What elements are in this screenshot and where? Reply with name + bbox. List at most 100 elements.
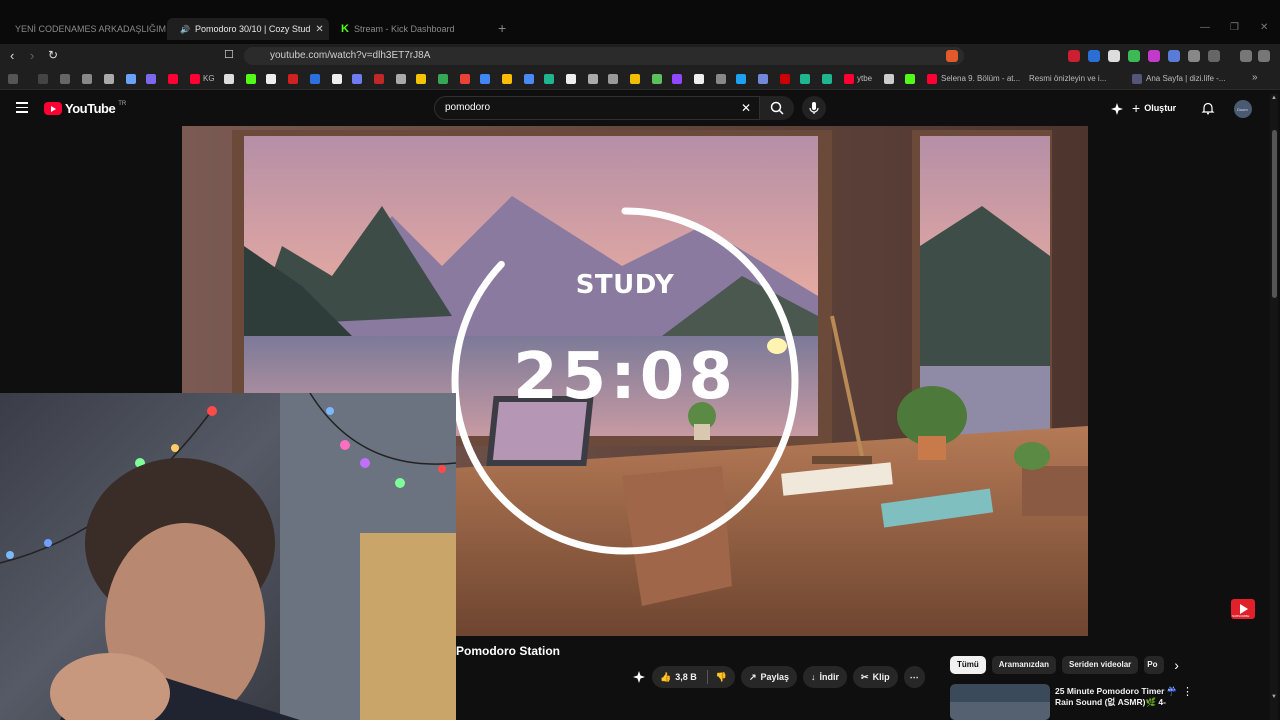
- youtube-icon[interactable]: [844, 74, 854, 84]
- new-tab-button[interactable]: +: [498, 20, 506, 36]
- bookmark-icon[interactable]: [126, 74, 136, 84]
- extension-icon[interactable]: [1128, 50, 1140, 62]
- kick-icon[interactable]: [246, 74, 256, 84]
- bookmark-icon[interactable]: [884, 74, 894, 84]
- bookmark-dizilife[interactable]: Ana Sayfa | dizi.life -...: [1146, 74, 1225, 83]
- extension-icon[interactable]: [1148, 50, 1160, 62]
- bookmark-preview[interactable]: Resmi önizleyin ve i...: [1029, 74, 1106, 83]
- url-field[interactable]: youtube.com/watch?v=dlh3ET7rJ8A: [244, 47, 964, 65]
- media-icon[interactable]: [1240, 50, 1252, 62]
- bookmarks-overflow-button[interactable]: »: [1252, 72, 1258, 83]
- bookmark-icon[interactable]: [652, 74, 662, 84]
- chip-all[interactable]: Tümü: [950, 656, 986, 674]
- bookmark-icon[interactable]: [736, 74, 746, 84]
- tab-close-button[interactable]: ✕: [315, 24, 323, 35]
- bookmark-icon[interactable]: [480, 74, 490, 84]
- bookmark-icon[interactable]: [780, 74, 790, 84]
- bookmark-icon[interactable]: [224, 74, 234, 84]
- recommended-more-icon[interactable]: ⋮: [1182, 685, 1193, 698]
- bookmark-icon[interactable]: [416, 74, 426, 84]
- bookmark-icon[interactable]: [630, 74, 640, 84]
- tab-pomodoro[interactable]: 🔊 Pomodoro 30/10 | Cozy Stud ✕: [167, 18, 329, 40]
- search-button[interactable]: [760, 96, 794, 120]
- create-button[interactable]: + Oluştur: [1132, 98, 1176, 118]
- forward-icon[interactable]: ›: [30, 48, 34, 63]
- subscribe-watermark[interactable]: SUBSCRIBE: [1231, 599, 1255, 619]
- youtube-icon[interactable]: [168, 74, 178, 84]
- search-input[interactable]: pomodoro ✕: [434, 96, 760, 120]
- download-button[interactable]: ↓ İndir: [803, 666, 848, 688]
- bookmark-icon[interactable]: [588, 74, 598, 84]
- chip-series-videos[interactable]: Seriden videolar: [1062, 656, 1139, 674]
- window-close-icon[interactable]: ✕: [1260, 22, 1268, 33]
- bookmark-icon[interactable]: ☐: [224, 48, 234, 61]
- bookmark-icon[interactable]: [60, 74, 70, 84]
- more-actions-button[interactable]: ⋯: [903, 666, 925, 688]
- bookmark-icon[interactable]: [38, 74, 48, 84]
- sparkle-icon[interactable]: [632, 670, 646, 684]
- sparkle-icon[interactable]: [1110, 102, 1124, 116]
- bookmark-icon[interactable]: [566, 74, 576, 84]
- clip-button[interactable]: ✂ Klip: [853, 666, 898, 688]
- bookmark-icon[interactable]: [374, 74, 384, 84]
- apps-icon[interactable]: [8, 74, 18, 84]
- bookmark-icon[interactable]: [104, 74, 114, 84]
- kick-icon[interactable]: [905, 74, 915, 84]
- thumbs-down-icon[interactable]: 👎: [716, 672, 727, 683]
- youtube-icon[interactable]: [190, 74, 200, 84]
- recommended-title[interactable]: 25 Minute Pomodoro Timer ☔ Rain Sound (없…: [1055, 686, 1180, 708]
- back-icon[interactable]: ‹: [10, 48, 14, 63]
- chip-from-search[interactable]: Aramanızdan: [991, 656, 1057, 674]
- bookmark-icon[interactable]: [716, 74, 726, 84]
- tab-codenames[interactable]: YENİ CODENAMES ARKADAŞLIĞIMIZ: [2, 18, 166, 40]
- maximize-icon[interactable]: ❐: [1230, 22, 1239, 33]
- download-icon[interactable]: [1208, 50, 1220, 62]
- gmail-icon[interactable]: [460, 74, 470, 84]
- youtube-icon[interactable]: [927, 74, 937, 84]
- menu-icon[interactable]: [1258, 50, 1270, 62]
- x-icon[interactable]: [266, 74, 276, 84]
- bookmark-icon[interactable]: [800, 74, 810, 84]
- voice-search-button[interactable]: [802, 96, 826, 120]
- bookmark-icon[interactable]: [822, 74, 832, 84]
- bookmark-icon[interactable]: [396, 74, 406, 84]
- bookmark-ytbe[interactable]: ytbe: [857, 74, 872, 83]
- extension-icon[interactable]: [1108, 50, 1120, 62]
- bookmark-icon[interactable]: [544, 74, 554, 84]
- youtube-logo[interactable]: YouTube TR: [44, 101, 126, 116]
- scroll-down-arrow[interactable]: ▼: [1271, 694, 1277, 700]
- twitch-icon[interactable]: [672, 74, 682, 84]
- bookmark-kg[interactable]: KG: [203, 74, 215, 83]
- extension-icon[interactable]: [1168, 50, 1180, 62]
- drive-icon[interactable]: [502, 74, 512, 84]
- puzzle-icon[interactable]: [1188, 50, 1200, 62]
- bookmark-selena[interactable]: Selena 9. Bölüm - at...: [941, 74, 1020, 83]
- bookmark-icon[interactable]: [694, 74, 704, 84]
- chips-next-icon[interactable]: ›: [1174, 656, 1179, 674]
- menu-icon[interactable]: [16, 102, 28, 116]
- recommended-thumbnail[interactable]: [950, 684, 1050, 720]
- bell-icon[interactable]: [1201, 101, 1215, 115]
- like-button[interactable]: 👍 3,8 B 👎: [652, 666, 735, 688]
- scroll-up-arrow[interactable]: ▲: [1271, 95, 1277, 101]
- bookmark-icon[interactable]: [1132, 74, 1142, 84]
- bookmark-icon[interactable]: [310, 74, 320, 84]
- bookmark-icon[interactable]: [352, 74, 362, 84]
- bookmark-icon[interactable]: [82, 74, 92, 84]
- bookmark-icon[interactable]: [608, 74, 618, 84]
- bookmark-icon[interactable]: [758, 74, 768, 84]
- chip-partial[interactable]: Po: [1144, 656, 1165, 674]
- clear-search-icon[interactable]: ✕: [741, 97, 751, 119]
- maps-icon[interactable]: [438, 74, 448, 84]
- bookmark-icon[interactable]: [288, 74, 298, 84]
- bookmark-icon[interactable]: [146, 74, 156, 84]
- scrollbar-thumb[interactable]: [1272, 130, 1277, 298]
- share-button[interactable]: ↗ Paylaş: [740, 666, 798, 688]
- brave-shield-icon[interactable]: [946, 50, 958, 62]
- bookmark-icon[interactable]: [332, 74, 342, 84]
- extension-icon[interactable]: [1088, 50, 1100, 62]
- extension-new-icon[interactable]: [1068, 50, 1080, 62]
- minimize-icon[interactable]: —: [1200, 22, 1210, 33]
- translate-icon[interactable]: [524, 74, 534, 84]
- avatar[interactable]: Doom: [1234, 100, 1252, 118]
